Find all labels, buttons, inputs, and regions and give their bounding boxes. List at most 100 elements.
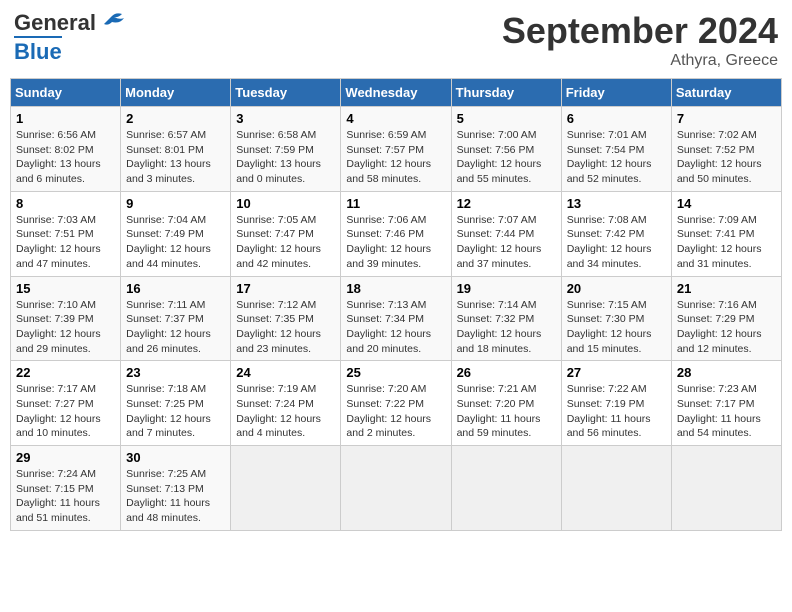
day-number: 27: [567, 365, 666, 380]
day-info: Sunrise: 7:05 AM Sunset: 7:47 PM Dayligh…: [236, 213, 335, 272]
calendar-cell: 24Sunrise: 7:19 AM Sunset: 7:24 PM Dayli…: [231, 361, 341, 446]
day-info: Sunrise: 7:20 AM Sunset: 7:22 PM Dayligh…: [346, 382, 445, 441]
day-number: 1: [16, 111, 115, 126]
day-number: 20: [567, 281, 666, 296]
day-number: 9: [126, 196, 225, 211]
title-area: September 2024 Athyra, Greece: [502, 10, 778, 70]
col-header-saturday: Saturday: [671, 79, 781, 107]
day-info: Sunrise: 7:04 AM Sunset: 7:49 PM Dayligh…: [126, 213, 225, 272]
day-number: 21: [677, 281, 776, 296]
calendar-cell: 18 Sunrise: 7:13 AM Sunset: 7:34 PM Dayli…: [341, 276, 451, 361]
calendar-cell: 19 Sunrise: 7:14 AM Sunset: 7:32 PM Dayli…: [451, 276, 561, 361]
calendar-cell: 10 Sunrise: 7:05 AM Sunset: 7:47 PM Dayli…: [231, 191, 341, 276]
calendar-cell: 16Sunrise: 7:11 AM Sunset: 7:37 PM Dayli…: [121, 276, 231, 361]
day-number: 11: [346, 196, 445, 211]
calendar-cell: [561, 446, 671, 531]
day-info: Sunrise: 7:16 AM Sunset: 7:29 PM Dayligh…: [677, 298, 776, 357]
day-info: Sunrise: 6:57 AM Sunset: 8:01 PM Dayligh…: [126, 128, 225, 187]
day-number: 8: [16, 196, 115, 211]
day-info: Sunrise: 7:02 AM Sunset: 7:52 PM Dayligh…: [677, 128, 776, 187]
calendar-cell: 21 Sunrise: 7:16 AM Sunset: 7:29 PM Dayli…: [671, 276, 781, 361]
day-info: Sunrise: 7:15 AM Sunset: 7:30 PM Dayligh…: [567, 298, 666, 357]
col-header-tuesday: Tuesday: [231, 79, 341, 107]
logo: General Blue: [14, 10, 126, 65]
day-info: Sunrise: 7:22 AM Sunset: 7:19 PM Dayligh…: [567, 382, 666, 441]
day-number: 5: [457, 111, 556, 126]
calendar-cell: 7 Sunrise: 7:02 AM Sunset: 7:52 PM Daylig…: [671, 107, 781, 192]
day-info: Sunrise: 7:07 AM Sunset: 7:44 PM Dayligh…: [457, 213, 556, 272]
calendar-body: 1Sunrise: 6:56 AM Sunset: 8:02 PM Daylig…: [11, 107, 782, 531]
day-info: Sunrise: 7:24 AM Sunset: 7:15 PM Dayligh…: [16, 467, 115, 526]
calendar-cell: 5 Sunrise: 7:00 AM Sunset: 7:56 PM Daylig…: [451, 107, 561, 192]
day-number: 28: [677, 365, 776, 380]
calendar-row-0: 1Sunrise: 6:56 AM Sunset: 8:02 PM Daylig…: [11, 107, 782, 192]
calendar-cell: 15Sunrise: 7:10 AM Sunset: 7:39 PM Dayli…: [11, 276, 121, 361]
day-number: 6: [567, 111, 666, 126]
day-number: 23: [126, 365, 225, 380]
day-number: 7: [677, 111, 776, 126]
calendar-cell: [341, 446, 451, 531]
calendar-cell: 14 Sunrise: 7:09 AM Sunset: 7:41 PM Dayli…: [671, 191, 781, 276]
calendar-cell: 3 Sunrise: 6:58 AM Sunset: 7:59 PM Daylig…: [231, 107, 341, 192]
calendar-cell: 1Sunrise: 6:56 AM Sunset: 8:02 PM Daylig…: [11, 107, 121, 192]
calendar-cell: 8 Sunrise: 7:03 AM Sunset: 7:51 PM Daylig…: [11, 191, 121, 276]
calendar-cell: 20 Sunrise: 7:15 AM Sunset: 7:30 PM Dayli…: [561, 276, 671, 361]
calendar-cell: 17Sunrise: 7:12 AM Sunset: 7:35 PM Dayli…: [231, 276, 341, 361]
calendar-cell: 4 Sunrise: 6:59 AM Sunset: 7:57 PM Daylig…: [341, 107, 451, 192]
day-number: 2: [126, 111, 225, 126]
day-info: Sunrise: 7:00 AM Sunset: 7:56 PM Dayligh…: [457, 128, 556, 187]
calendar-cell: 25Sunrise: 7:20 AM Sunset: 7:22 PM Dayli…: [341, 361, 451, 446]
day-info: Sunrise: 7:19 AM Sunset: 7:24 PM Dayligh…: [236, 382, 335, 441]
month-title: September 2024: [502, 10, 778, 52]
calendar-cell: 12 Sunrise: 7:07 AM Sunset: 7:44 PM Dayli…: [451, 191, 561, 276]
col-header-friday: Friday: [561, 79, 671, 107]
calendar-cell: [451, 446, 561, 531]
calendar-cell: 6 Sunrise: 7:01 AM Sunset: 7:54 PM Daylig…: [561, 107, 671, 192]
logo-bird-icon: [98, 12, 126, 34]
day-info: Sunrise: 7:08 AM Sunset: 7:42 PM Dayligh…: [567, 213, 666, 272]
day-number: 12: [457, 196, 556, 211]
day-number: 18: [346, 281, 445, 296]
col-header-thursday: Thursday: [451, 79, 561, 107]
logo-general: General: [14, 10, 96, 36]
calendar-cell: 11Sunrise: 7:06 AM Sunset: 7:46 PM Dayli…: [341, 191, 451, 276]
day-number: 30: [126, 450, 225, 465]
day-info: Sunrise: 7:03 AM Sunset: 7:51 PM Dayligh…: [16, 213, 115, 272]
calendar-row-1: 8 Sunrise: 7:03 AM Sunset: 7:51 PM Daylig…: [11, 191, 782, 276]
day-number: 14: [677, 196, 776, 211]
day-info: Sunrise: 7:13 AM Sunset: 7:34 PM Dayligh…: [346, 298, 445, 357]
calendar-cell: 26Sunrise: 7:21 AM Sunset: 7:20 PM Dayli…: [451, 361, 561, 446]
day-info: Sunrise: 6:59 AM Sunset: 7:57 PM Dayligh…: [346, 128, 445, 187]
day-info: Sunrise: 6:58 AM Sunset: 7:59 PM Dayligh…: [236, 128, 335, 187]
calendar-header-row: SundayMondayTuesdayWednesdayThursdayFrid…: [11, 79, 782, 107]
calendar-row-3: 22Sunrise: 7:17 AM Sunset: 7:27 PM Dayli…: [11, 361, 782, 446]
calendar-cell: 23 Sunrise: 7:18 AM Sunset: 7:25 PM Dayli…: [121, 361, 231, 446]
day-number: 3: [236, 111, 335, 126]
day-number: 17: [236, 281, 335, 296]
location: Athyra, Greece: [502, 52, 778, 70]
day-number: 10: [236, 196, 335, 211]
calendar-cell: [231, 446, 341, 531]
day-number: 16: [126, 281, 225, 296]
day-number: 13: [567, 196, 666, 211]
day-number: 29: [16, 450, 115, 465]
day-info: Sunrise: 7:17 AM Sunset: 7:27 PM Dayligh…: [16, 382, 115, 441]
calendar-cell: 27 Sunrise: 7:22 AM Sunset: 7:19 PM Dayli…: [561, 361, 671, 446]
day-number: 19: [457, 281, 556, 296]
day-info: Sunrise: 7:09 AM Sunset: 7:41 PM Dayligh…: [677, 213, 776, 272]
calendar-cell: 30 Sunrise: 7:25 AM Sunset: 7:13 PM Dayli…: [121, 446, 231, 531]
calendar-cell: 28Sunrise: 7:23 AM Sunset: 7:17 PM Dayli…: [671, 361, 781, 446]
day-info: Sunrise: 7:10 AM Sunset: 7:39 PM Dayligh…: [16, 298, 115, 357]
day-info: Sunrise: 7:25 AM Sunset: 7:13 PM Dayligh…: [126, 467, 225, 526]
calendar-row-4: 29 Sunrise: 7:24 AM Sunset: 7:15 PM Dayli…: [11, 446, 782, 531]
day-info: Sunrise: 7:18 AM Sunset: 7:25 PM Dayligh…: [126, 382, 225, 441]
calendar-cell: 13 Sunrise: 7:08 AM Sunset: 7:42 PM Dayli…: [561, 191, 671, 276]
calendar-row-2: 15Sunrise: 7:10 AM Sunset: 7:39 PM Dayli…: [11, 276, 782, 361]
calendar-cell: 2 Sunrise: 6:57 AM Sunset: 8:01 PM Daylig…: [121, 107, 231, 192]
day-info: Sunrise: 7:21 AM Sunset: 7:20 PM Dayligh…: [457, 382, 556, 441]
day-info: Sunrise: 7:14 AM Sunset: 7:32 PM Dayligh…: [457, 298, 556, 357]
day-number: 4: [346, 111, 445, 126]
logo-blue: Blue: [14, 36, 62, 65]
day-info: Sunrise: 7:01 AM Sunset: 7:54 PM Dayligh…: [567, 128, 666, 187]
col-header-monday: Monday: [121, 79, 231, 107]
